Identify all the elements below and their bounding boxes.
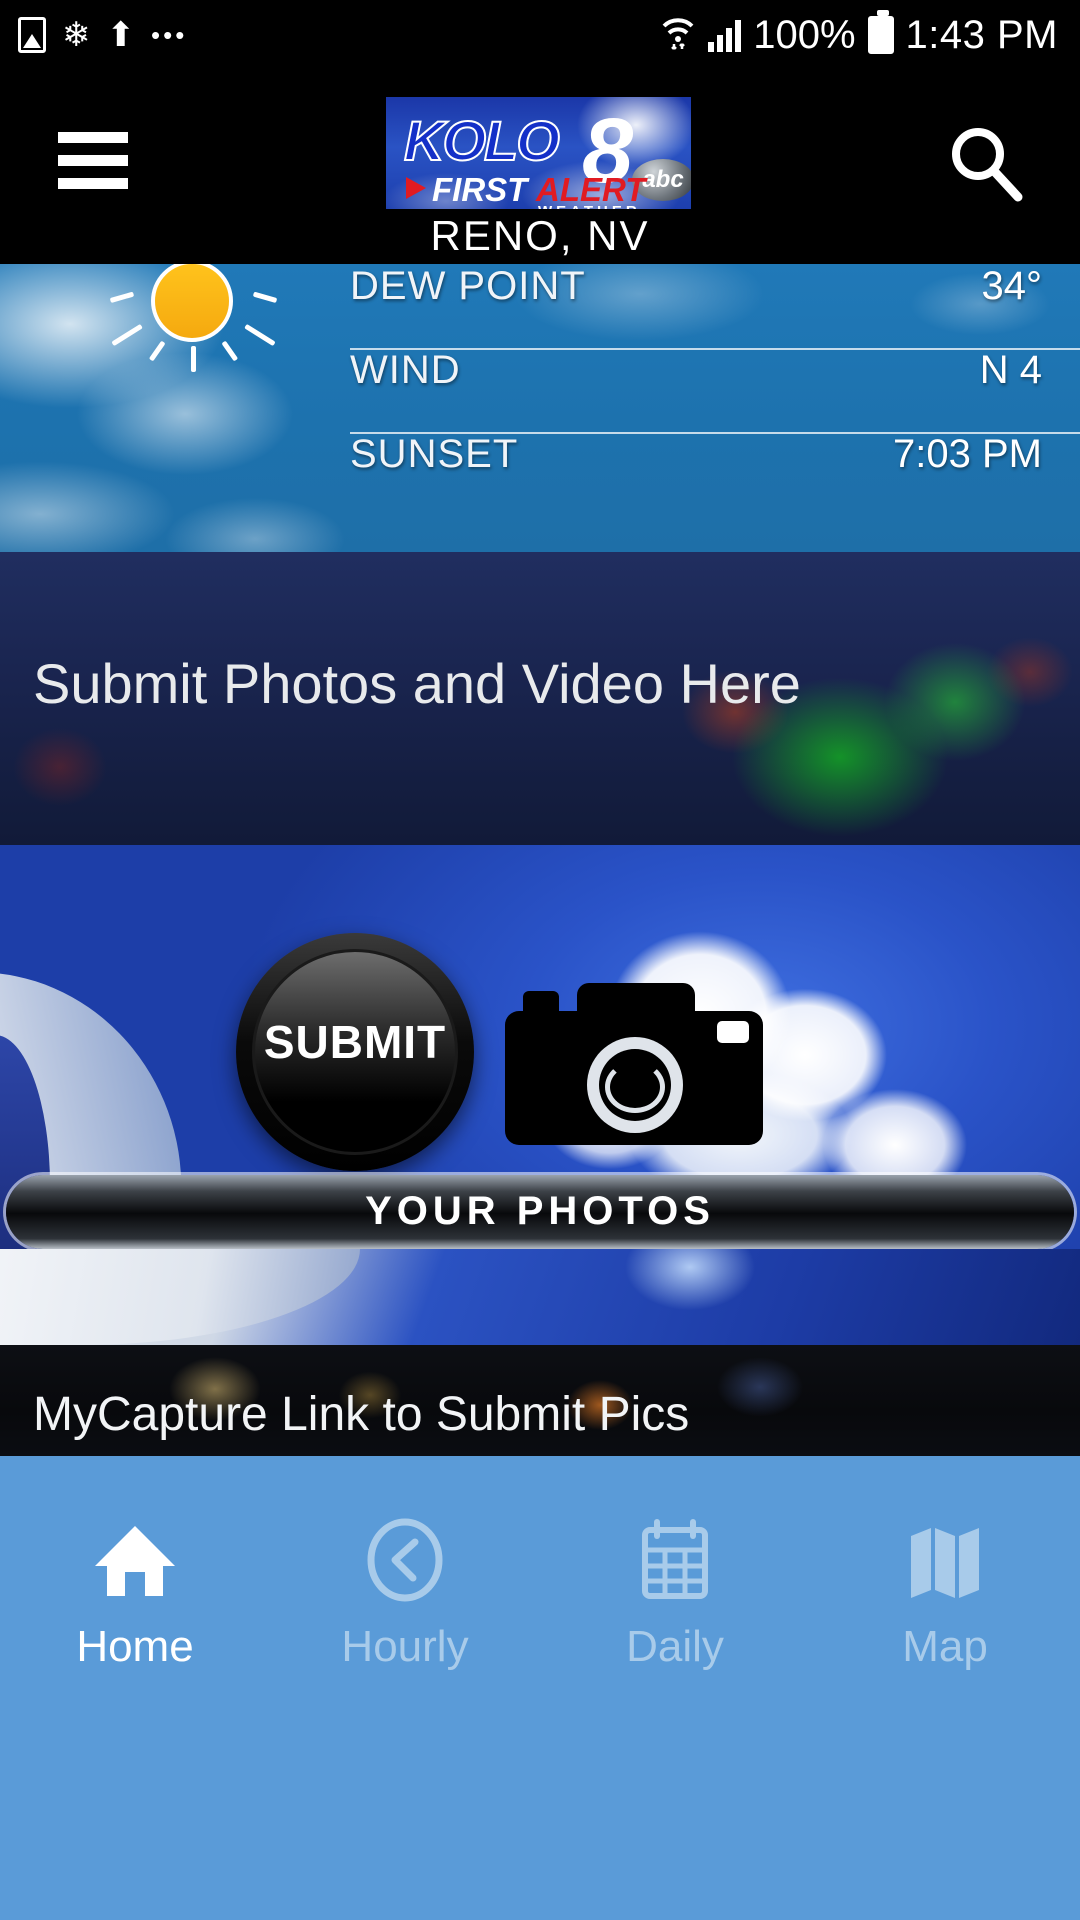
calendar-icon — [540, 1500, 810, 1620]
search-icon[interactable] — [944, 122, 1028, 206]
upload-icon: ⬆ — [106, 16, 136, 54]
status-bar-left-icons: ❄ ⬆ ••• — [0, 17, 187, 53]
app-header: KOLO 8 abc FIRST ALERT WEATHER RENO, NV — [0, 70, 1080, 264]
status-clock: 1:43 PM — [905, 12, 1058, 57]
sun-ray — [148, 340, 166, 362]
map-icon — [810, 1500, 1080, 1620]
sun-disc — [151, 264, 233, 342]
logo-weather-text: WEATHER — [538, 203, 641, 209]
sun-ray — [111, 323, 143, 347]
nav-item-label: Daily — [626, 1622, 724, 1671]
submit-photos-teaser-title: Submit Photos and Video Here — [33, 652, 801, 715]
battery-icon — [867, 10, 894, 54]
logo-kolo-text: KOLO — [403, 109, 561, 172]
weather-rows-list: DEW POINT 34° WIND N 4 SUNSET 7:03 PM — [350, 264, 1080, 552]
sun-ray — [191, 346, 196, 372]
your-photos-bar: YOUR PHOTOS — [6, 1175, 1074, 1249]
weather-details-panel: DEW POINT 34° WIND N 4 SUNSET 7:03 PM — [0, 264, 1080, 552]
nav-item-map[interactable]: Map — [810, 1456, 1080, 1920]
kolo-8-first-alert-weather-logo[interactable]: KOLO 8 abc FIRST ALERT WEATHER — [386, 97, 691, 209]
home-icon — [0, 1500, 270, 1620]
weather-row-label: DEW POINT — [350, 264, 586, 308]
battery-percent-label: 100% — [753, 12, 856, 57]
nav-item-label: Hourly — [341, 1622, 469, 1671]
camera-flash — [717, 1021, 749, 1043]
sun-ray — [221, 340, 239, 362]
weather-row-label: SUNSET — [350, 432, 519, 476]
logo-first-text: FIRST — [432, 171, 528, 208]
mycapture-link-title: MyCapture Link to Submit Pics — [33, 1388, 690, 1441]
snowflake-icon: ❄ — [62, 16, 91, 54]
mycapture-link-card[interactable]: MyCapture Link to Submit Pics — [0, 1345, 1080, 1456]
weather-row-value: 34° — [981, 264, 1043, 308]
wifi-icon — [660, 14, 696, 57]
camera-icon — [505, 983, 763, 1145]
weather-row-value: N 4 — [979, 348, 1042, 392]
weather-row-label: WIND — [350, 348, 461, 392]
nav-item-label: Home — [76, 1622, 194, 1671]
nav-item-home[interactable]: Home — [0, 1456, 270, 1920]
submit-photos-teaser-card[interactable]: Submit Photos and Video Here — [0, 552, 1080, 845]
nav-item-label: Map — [902, 1622, 988, 1671]
weather-row-wind: WIND N 4 — [350, 348, 1080, 432]
camera-lens-glint — [605, 1061, 665, 1113]
weather-row-value: 7:03 PM — [893, 432, 1042, 476]
status-bar-right-icons: 100% 1:43 PM — [660, 10, 1080, 58]
submit-button-label: SUBMIT — [263, 1016, 447, 1068]
banner-bottom-white-shape — [0, 1249, 360, 1345]
bottom-navigation-bar: Home Hourly Daily Map — [0, 1456, 1080, 1920]
more-icon: ••• — [151, 20, 188, 50]
your-photos-label: YOUR PHOTOS — [365, 1189, 715, 1233]
submit-button[interactable]: SUBMIT — [236, 933, 474, 1171]
location-title: RENO, NV — [430, 212, 650, 259]
signal-icon — [708, 18, 742, 52]
nav-item-hourly[interactable]: Hourly — [270, 1456, 540, 1920]
hamburger-menu-icon[interactable] — [58, 132, 128, 192]
status-bar: ❄ ⬆ ••• 100% 1:43 PM — [0, 0, 1080, 70]
nav-item-daily[interactable]: Daily — [540, 1456, 810, 1920]
screenshot-icon — [18, 17, 46, 53]
sun-ray — [244, 323, 276, 347]
logo-arrow-icon — [406, 177, 426, 199]
sun-ray — [252, 291, 278, 304]
weather-row-sunset: SUNSET 7:03 PM — [350, 432, 1080, 516]
your-photos-banner[interactable]: SUBMIT YOUR PHOTOS — [0, 845, 1080, 1345]
sun-ray — [109, 291, 135, 304]
sunny-icon — [109, 264, 278, 372]
banner-bottom-strip — [0, 1249, 1080, 1345]
weather-row-dew-point: DEW POINT 34° — [350, 264, 1080, 348]
clock-icon — [270, 1500, 540, 1620]
